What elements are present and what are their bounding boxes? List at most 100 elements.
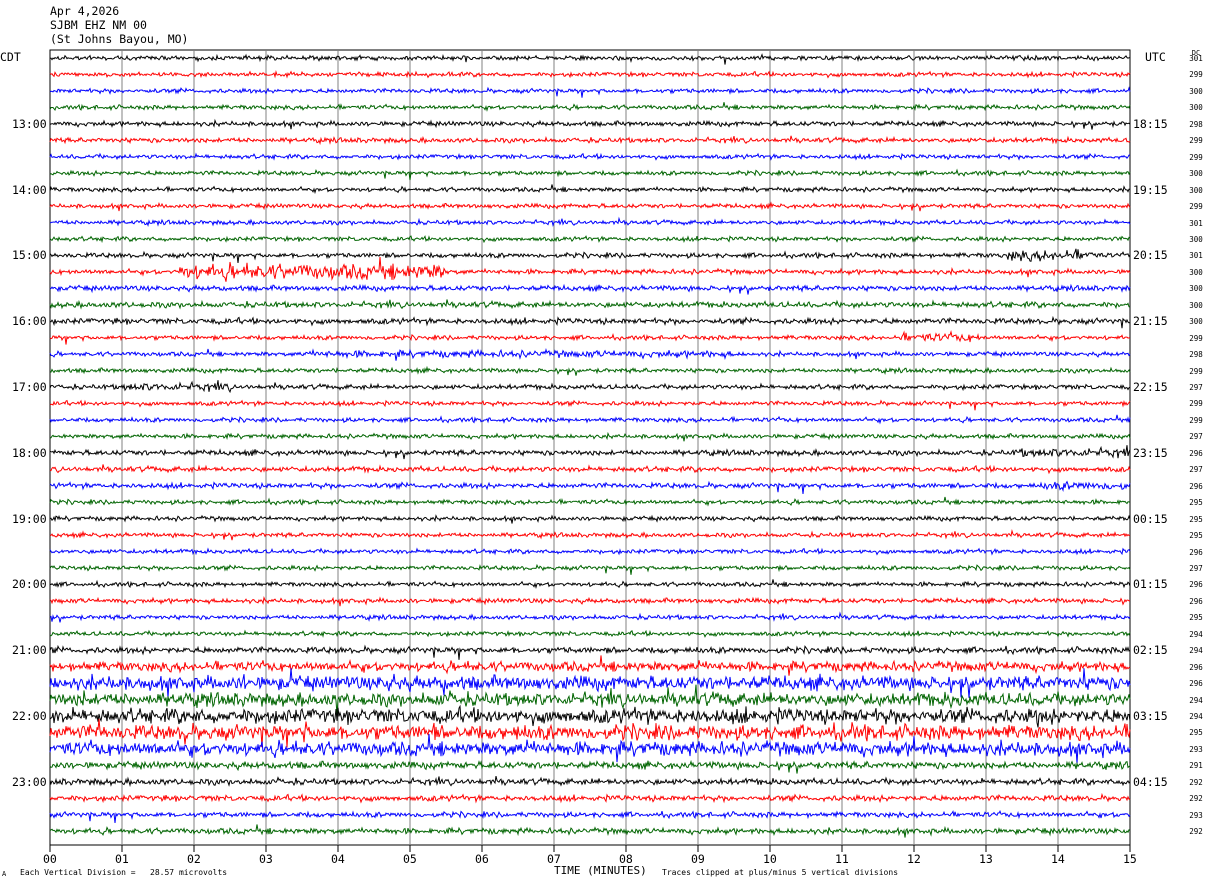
dc-value: 296	[1189, 580, 1203, 590]
x-tick-label: 05	[403, 852, 417, 866]
utc-hour-label: 21:15	[1133, 314, 1168, 329]
trace-row	[49, 380, 1131, 394]
dc-value: 300	[1189, 185, 1203, 195]
dc-value: 297	[1189, 465, 1203, 475]
dc-value: 293	[1189, 810, 1203, 820]
dc-value: 300	[1189, 300, 1203, 310]
dc-value: 296	[1189, 448, 1203, 458]
dc-value: 295	[1189, 514, 1203, 524]
utc-hour-label: 22:15	[1133, 380, 1168, 394]
dc-value: 301	[1189, 54, 1203, 63]
utc-hour-label: 04:15	[1133, 774, 1168, 789]
dc-value: 299	[1189, 70, 1203, 80]
cdt-hour-label: 17:00	[12, 380, 47, 394]
x-tick-label: 11	[835, 852, 849, 866]
trace-row	[49, 168, 1131, 181]
trace-row	[49, 399, 1131, 411]
cdt-hour-label: 14:00	[12, 182, 47, 197]
trace-row	[49, 579, 1131, 589]
utc-hour-label: 18:15	[1133, 116, 1168, 131]
trace-row	[49, 329, 1131, 345]
trace-row	[49, 248, 1131, 263]
cdt-hour-label: 13:00	[12, 116, 47, 131]
dc-value: 295	[1189, 613, 1203, 623]
cdt-hour-label: 21:00	[12, 643, 47, 658]
trace-row	[49, 529, 1131, 541]
trace-row	[49, 644, 1131, 660]
dc-value: 293	[1189, 744, 1203, 754]
trace-row	[49, 431, 1131, 442]
trace-row	[49, 86, 1131, 98]
trace-row	[49, 595, 1131, 607]
dc-value: 299	[1189, 333, 1203, 343]
dc-value: 294	[1189, 629, 1203, 639]
x-tick-label: 01	[115, 852, 129, 866]
utc-hour-label: 02:15	[1133, 643, 1168, 658]
trace-row	[49, 563, 1131, 575]
utc-hour-label: 00:15	[1133, 511, 1168, 526]
x-tick-label: 02	[187, 852, 201, 866]
dc-value: 301	[1189, 218, 1203, 228]
scale-note: Each Vertical Division = 28.57 microvolt…	[20, 868, 228, 877]
cdt-hour-label: 18:00	[12, 445, 47, 460]
trace-row	[49, 668, 1131, 698]
trace-row	[49, 135, 1131, 146]
dc-value: 292	[1189, 777, 1203, 787]
dc-value: 295	[1189, 498, 1203, 508]
x-tick-label: 09	[691, 852, 705, 866]
dc-value: 295	[1189, 728, 1203, 738]
cdt-hour-label: 19:00	[12, 511, 47, 526]
corner-mark: A	[2, 870, 7, 878]
dc-value: 300	[1189, 267, 1203, 277]
trace-row	[49, 414, 1131, 425]
cdt-hour-label: 23:00	[12, 774, 47, 789]
trace-row	[49, 315, 1131, 329]
trace-row	[49, 118, 1131, 130]
trace-row	[49, 718, 1131, 748]
utc-hour-label: 23:15	[1133, 445, 1168, 460]
utc-hour-label: 20:15	[1133, 248, 1168, 263]
trace-row	[49, 184, 1131, 195]
dc-value: 300	[1189, 284, 1203, 294]
dc-value: 298	[1189, 119, 1203, 129]
cdt-hour-label: 20:00	[12, 577, 47, 592]
clip-note: Traces clipped at plus/minus 5 vertical …	[662, 868, 899, 877]
trace-row	[49, 365, 1131, 376]
dc-value: 295	[1189, 531, 1203, 541]
trace-row	[49, 152, 1131, 161]
trace-row	[49, 256, 1131, 282]
dc-value: 297	[1189, 432, 1203, 442]
dc-value: 294	[1189, 712, 1203, 721]
x-tick-label: 00	[43, 852, 57, 866]
dc-value: 294	[1189, 695, 1203, 705]
trace-row	[49, 235, 1131, 244]
x-tick-label: 03	[259, 852, 273, 866]
trace-row	[49, 655, 1131, 676]
x-tick-label: 14	[1051, 852, 1065, 866]
cdt-hour-label: 22:00	[12, 709, 47, 723]
dc-value: 300	[1189, 86, 1203, 96]
cdt-hour-label: 15:00	[12, 248, 47, 263]
dc-value: 300	[1189, 103, 1203, 113]
trace-row	[49, 734, 1131, 764]
trace-row	[49, 547, 1131, 556]
dc-value: 292	[1189, 794, 1203, 804]
dc-value: 292	[1189, 827, 1203, 837]
trace-row	[49, 53, 1131, 65]
x-tick-label: 15	[1123, 852, 1137, 866]
trace-row	[49, 102, 1131, 112]
dc-value: 296	[1189, 662, 1203, 672]
trace-row	[49, 824, 1131, 838]
dc-value: 296	[1189, 481, 1203, 491]
trace-row	[49, 70, 1131, 79]
utc-hour-label: 03:15	[1133, 709, 1168, 723]
dc-value: 300	[1189, 234, 1203, 244]
utc-hour-label: 01:15	[1133, 577, 1168, 592]
dc-value: 296	[1189, 547, 1203, 557]
dc-value: 291	[1189, 761, 1203, 771]
cdt-hour-label: 16:00	[12, 314, 47, 329]
dc-value: 299	[1189, 415, 1203, 425]
x-tick-label: 04	[331, 852, 345, 866]
utc-hour-label: 19:15	[1133, 182, 1168, 197]
dc-value: 299	[1189, 202, 1203, 212]
